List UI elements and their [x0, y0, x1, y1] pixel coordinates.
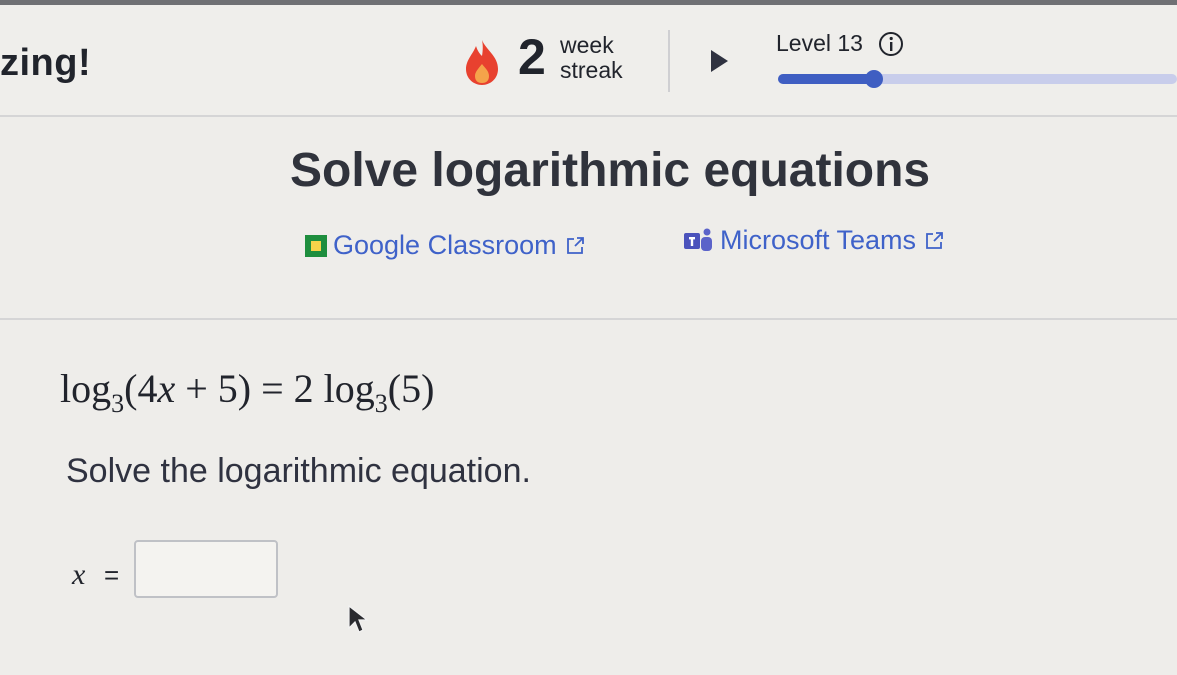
eq-rhs-arg: (5) — [387, 366, 435, 411]
google-classroom-icon — [305, 234, 327, 257]
eq-lhs-open: (4 — [124, 366, 158, 411]
eq-rhs-log: log — [323, 366, 375, 411]
header-divider-line — [0, 115, 1177, 117]
microsoft-teams-link[interactable]: Microsoft Teams — [682, 225, 944, 256]
streak-label: week streak — [560, 33, 623, 83]
streak-unit-week: week — [560, 32, 614, 58]
mouse-cursor-icon — [348, 604, 369, 633]
eq-lhs-variable: x — [157, 366, 176, 411]
top-edge — [0, 0, 1177, 5]
google-classroom-label: Google Classroom — [333, 230, 557, 260]
greeting-text: zing! — [0, 42, 92, 84]
answer-variable-label: x — [72, 558, 86, 591]
answer-equals-sign: = — [104, 560, 120, 590]
microsoft-teams-label: Microsoft Teams — [720, 225, 917, 255]
section-divider — [0, 318, 1177, 320]
play-icon — [711, 50, 728, 72]
eq-lhs-base: 3 — [111, 389, 125, 418]
eq-rhs-base: 3 — [374, 389, 388, 418]
streak-count: 2 — [518, 29, 546, 85]
streak-unit-streak: streak — [560, 57, 623, 83]
level-progress-fill — [778, 74, 874, 84]
eq-equals: = — [251, 366, 294, 411]
level-progress-marker — [865, 70, 883, 88]
flame-icon — [466, 40, 498, 85]
external-link-icon — [926, 231, 943, 249]
info-icon[interactable] — [878, 31, 904, 57]
problem-prompt: Solve the logarithmic equation. — [66, 452, 531, 490]
microsoft-teams-icon — [684, 228, 712, 251]
header-divider — [668, 30, 670, 92]
page-title: Solve logarithmic equations — [290, 144, 931, 197]
answer-input[interactable] — [134, 540, 278, 598]
eq-lhs-rest: + 5) — [175, 366, 252, 411]
google-classroom-link[interactable]: Google Classroom — [305, 230, 585, 261]
problem-equation: log3(4x + 5) = 2 log3(5) — [60, 365, 434, 419]
eq-rhs-coef: 2 — [293, 366, 324, 411]
eq-lhs-log: log — [60, 366, 112, 411]
level-label: Level 13 — [776, 30, 863, 56]
play-button[interactable] — [708, 48, 738, 78]
external-link-icon — [566, 236, 584, 254]
